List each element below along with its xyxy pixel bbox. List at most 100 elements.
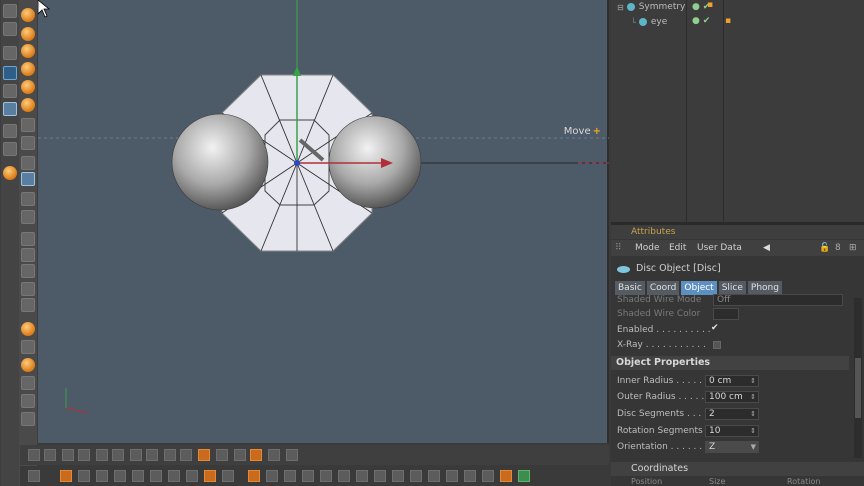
- shaded-wire-color-swatch[interactable]: [713, 308, 739, 320]
- tool-icon-10[interactable]: [180, 449, 192, 461]
- material-icon[interactable]: [21, 376, 35, 390]
- bar-icon-18[interactable]: [356, 470, 368, 482]
- bar-icon-6[interactable]: [132, 470, 144, 482]
- link-icon[interactable]: 8: [835, 240, 841, 256]
- grid-icon[interactable]: [21, 412, 35, 426]
- extrude-icon[interactable]: [21, 248, 35, 262]
- bar-icon-15[interactable]: [302, 470, 314, 482]
- back-arrow-icon[interactable]: ◀: [763, 240, 770, 256]
- uv-polygons-icon[interactable]: [21, 80, 35, 94]
- tab-slice[interactable]: Slice: [718, 281, 746, 295]
- tag-icon[interactable]: ▪: [725, 16, 731, 26]
- camera-icon[interactable]: [21, 358, 35, 372]
- tool-icon-8[interactable]: [146, 449, 158, 461]
- x-axis-icon[interactable]: [3, 124, 17, 138]
- object-row-eye[interactable]: └ eye: [631, 15, 667, 29]
- object-properties-header[interactable]: Object Properties: [611, 356, 849, 370]
- tool-icon-5[interactable]: [96, 449, 108, 461]
- object-row-symmetry[interactable]: ⊟ Symmetry: [617, 0, 685, 14]
- bar-icon-10[interactable]: [204, 470, 216, 482]
- bar-icon-9[interactable]: [186, 470, 198, 482]
- menu-edit[interactable]: Edit: [669, 240, 686, 256]
- tool-icon-16[interactable]: [286, 449, 298, 461]
- attributes-scrollbar[interactable]: [854, 298, 862, 458]
- visibility-dot-icon[interactable]: ● ✔: [692, 16, 710, 26]
- bevel-icon[interactable]: [21, 264, 35, 278]
- tool-icon-7[interactable]: [130, 449, 142, 461]
- tool-icon-11[interactable]: [198, 449, 210, 461]
- tab-phong[interactable]: Phong: [747, 281, 782, 295]
- disc-segments-field[interactable]: 2 ⇕: [705, 408, 759, 420]
- scrollbar-thumb[interactable]: [855, 358, 861, 418]
- light-icon[interactable]: [21, 322, 35, 336]
- snap-icon[interactable]: [21, 172, 35, 186]
- bar-icon-19[interactable]: [374, 470, 386, 482]
- bar-icon-23[interactable]: [446, 470, 458, 482]
- scale-tool-icon[interactable]: [3, 66, 17, 80]
- texture-tool-icon[interactable]: [21, 136, 35, 150]
- tool-icon-14[interactable]: [250, 449, 262, 461]
- points-mode-icon[interactable]: [21, 8, 35, 22]
- new-panel-icon[interactable]: ⊞: [849, 240, 857, 256]
- bar-icon-14[interactable]: [284, 470, 296, 482]
- coordinates-header[interactable]: Coordinates: [611, 462, 864, 476]
- bar-icon-24[interactable]: [464, 470, 476, 482]
- tool-icon-2[interactable]: [44, 449, 56, 461]
- bar-icon-13[interactable]: [266, 470, 278, 482]
- bar-icon-4[interactable]: [96, 470, 108, 482]
- menu-mode[interactable]: Mode: [635, 240, 660, 256]
- tree-collapse-icon[interactable]: ⊟: [617, 3, 624, 12]
- tool-icon-3[interactable]: [62, 449, 74, 461]
- sphere-icon[interactable]: [21, 340, 35, 354]
- inner-radius-field[interactable]: 0 cm ⇕: [705, 375, 759, 387]
- polygons-mode-icon[interactable]: [21, 44, 35, 58]
- spinner-icon[interactable]: ⇕: [750, 376, 756, 386]
- move-tool-icon[interactable]: [3, 46, 17, 60]
- bar-icon-3[interactable]: [78, 470, 90, 482]
- tag-icon[interactable]: ▪: [707, 0, 713, 10]
- tool-icon-1[interactable]: [28, 449, 40, 461]
- bar-icon-22[interactable]: [428, 470, 440, 482]
- right-eye-sphere[interactable]: [328, 115, 422, 209]
- bar-icon-7[interactable]: [150, 470, 162, 482]
- live-select-icon[interactable]: [3, 22, 17, 36]
- bar-icon-17[interactable]: [338, 470, 350, 482]
- tab-object[interactable]: Object: [681, 281, 717, 295]
- magnet-icon[interactable]: [21, 192, 35, 206]
- bar-icon-2[interactable]: [60, 470, 72, 482]
- bar-icon-27[interactable]: [518, 470, 530, 482]
- lock-icon[interactable]: 🔓: [819, 240, 830, 256]
- object-axis-icon[interactable]: [21, 98, 35, 112]
- bar-icon-8[interactable]: [168, 470, 180, 482]
- left-eye-sphere[interactable]: [171, 113, 269, 211]
- bar-icon-11[interactable]: [222, 470, 234, 482]
- bar-icon-25[interactable]: [482, 470, 494, 482]
- orientation-dropdown[interactable]: Z ▼: [705, 441, 759, 453]
- tool-icon-6[interactable]: [112, 449, 124, 461]
- uv-points-icon[interactable]: [21, 62, 35, 76]
- model-tool-icon[interactable]: [21, 118, 35, 132]
- brush-icon[interactable]: [21, 210, 35, 224]
- rotate-tool-icon[interactable]: [3, 84, 17, 98]
- chevron-down-icon[interactable]: ▼: [751, 442, 756, 452]
- tab-coord[interactable]: Coord: [646, 281, 680, 295]
- bar-icon-26[interactable]: [500, 470, 512, 482]
- tool-icon-9[interactable]: [164, 449, 176, 461]
- menu-user-data[interactable]: User Data: [697, 240, 742, 256]
- workplane-icon[interactable]: [21, 156, 35, 170]
- edges-mode-icon[interactable]: [21, 27, 35, 41]
- tool-icon-13[interactable]: [234, 449, 246, 461]
- knife-icon[interactable]: [21, 232, 35, 246]
- tag-icon[interactable]: [21, 394, 35, 408]
- bar-icon-20[interactable]: [392, 470, 404, 482]
- tool-icon-15[interactable]: [268, 449, 280, 461]
- shaded-wire-mode-field[interactable]: Off: [713, 294, 843, 306]
- tool-icon-4[interactable]: [78, 449, 90, 461]
- enabled-checkbox[interactable]: ✔: [711, 323, 719, 333]
- tool-icon-12[interactable]: [216, 449, 228, 461]
- pen-icon[interactable]: [21, 282, 35, 296]
- model-mode-icon[interactable]: [3, 102, 17, 116]
- bar-icon-12[interactable]: [248, 470, 260, 482]
- y-axis-icon[interactable]: [3, 142, 17, 156]
- sculpt-icon[interactable]: [21, 298, 35, 312]
